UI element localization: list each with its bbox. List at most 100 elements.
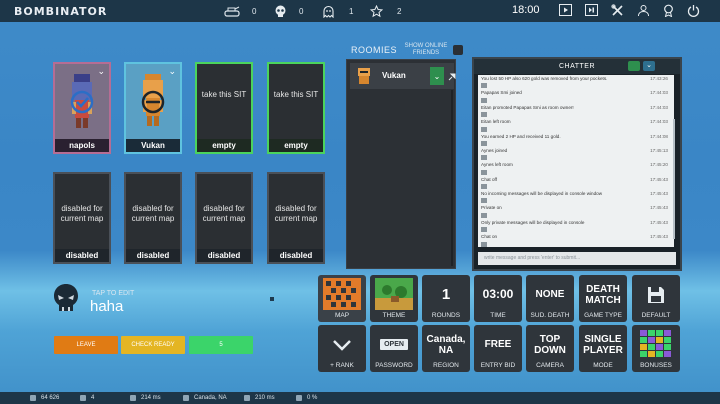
chat-collapse-icon[interactable]: ⌄ [643,61,655,71]
tank-icon [224,6,240,17]
room-icon [80,395,86,401]
status-value: 210 ms [255,395,275,401]
chat-line-time: 17:44:03 [650,104,668,110]
video-icon[interactable] [558,3,572,17]
take-seat-text: take this SIT [201,90,247,99]
default-button[interactable]: DEFAULT [632,275,680,322]
map-button[interactable]: MAP [318,275,366,322]
player-slot-name: disabled [126,249,180,262]
player-slot-5: disabled for current map disabled [53,172,111,264]
map-thumbnail [323,278,361,310]
scrollbar[interactable] [451,90,453,266]
game-type-button[interactable]: DEATH MATCH GAME TYPE [579,275,627,322]
leave-button[interactable]: LEAVE [54,336,118,354]
ghost-stat: 1 [322,0,353,22]
check-ready-button[interactable]: CHECK READY [121,336,185,354]
chat-line-text: Chat off [481,176,498,182]
username[interactable]: haha [90,298,123,315]
chat-line-text: Eitan left room [481,119,511,125]
camera-button[interactable]: TOP DOWN CAMERA [526,325,574,372]
star-icon [370,4,383,17]
ping2-icon [244,395,250,401]
roomies-list: Vukan ⌄ [346,59,456,269]
default-label: DEFAULT [641,312,671,319]
bonuses-label: BONUSES [640,362,672,369]
chat-input[interactable]: write message and press 'enter' to submi… [478,252,676,265]
replay-icon[interactable] [584,3,598,17]
player-slot-1[interactable]: ⌄ napols [53,62,111,154]
player-slot-name: disabled [269,249,323,262]
chat-line-time: 17:45:43 [650,176,668,182]
player-slot-2[interactable]: ⌄ Vukan [124,62,182,154]
map-label: MAP [334,312,350,319]
theme-button[interactable]: THEME [370,275,418,322]
mode-value: SINGLE PLAYER [583,333,623,356]
users-icon [30,395,36,401]
chat-sender-tag [478,212,674,219]
status-value: 0 % [307,395,318,401]
chevron-down-icon [333,339,351,351]
sender-badge [481,227,487,233]
take-seat-text: take this SIT [273,90,319,99]
list-item[interactable]: Vukan ⌄ [350,63,455,89]
chat-bubble-icon[interactable] [628,61,640,71]
bonuses-button[interactable]: BONUSES [632,325,680,372]
chevron-down-icon[interactable]: ⌄ [430,67,444,85]
game-type-label: GAME TYPE [584,312,622,319]
sender-badge [481,184,487,190]
player-slot-3[interactable]: take this SIT empty [195,62,253,154]
show-online-checkbox[interactable] [453,45,463,55]
disabled-text: disabled for current map [131,204,175,223]
chat-sender-tag [478,168,674,175]
region-button[interactable]: Canada, NA REGION [422,325,470,372]
chat-line: Aynes left room 17:45:20 [478,161,674,168]
password-button[interactable]: OPEN PASSWORD [370,325,418,372]
chat-line-text: You lost 50 HP also 620 gold was removed… [481,76,608,81]
player-avatar [70,74,94,128]
sudden-death-button[interactable]: NONE SUD. DEATH [526,275,574,322]
chat-line: Chat on 17:45:43 [478,233,674,240]
entry-bid-button[interactable]: FREE ENTRY BID [474,325,522,372]
ready-count-button[interactable]: 5 [189,336,253,354]
player-slot-4[interactable]: take this SIT empty [267,62,325,154]
skull-avatar-icon[interactable] [52,283,80,315]
player-avatar [141,74,165,126]
power-icon[interactable] [686,3,700,17]
status-value: 64 626 [41,395,60,401]
users-icon[interactable] [636,3,650,17]
sudden-death-label: SUD. DEATH [530,312,570,319]
sender-badge [481,169,487,175]
chat-line: Eitan left room 17:44:03 [478,118,674,125]
disabled-text: disabled for current map [202,204,246,223]
status-ping: 214 ms [130,392,161,404]
clock: 18:00 [512,4,540,16]
status-ping2: 210 ms [244,392,275,404]
sender-badge [481,198,487,204]
time-label: TIME [490,312,506,319]
loss-icon [296,395,302,401]
chat-line-time: 17:45:43 [650,205,668,211]
save-icon [648,286,664,303]
chat-panel: CHATTER ⌄ You lost 50 HP also 620 gold w… [472,57,682,271]
trophy-icon[interactable] [661,3,675,17]
rank-label: + RANK [330,362,354,369]
status-value: 214 ms [141,395,161,401]
player-slot-name: disabled [55,249,109,262]
rounds-button[interactable]: 1 ROUNDS [422,275,470,322]
sender-badge [481,241,487,247]
entry-bid-label: ENTRY BID [480,362,516,369]
region-label: REGION [433,362,459,369]
tap-to-edit-label: TAP TO EDIT [92,290,135,297]
chat-line-time: 17:45:20 [650,162,668,168]
tools-icon[interactable] [610,3,624,17]
player-slot-name: empty [269,139,323,152]
status-region: Canada, NA [183,392,227,404]
scrollbar[interactable] [673,119,675,239]
chat-sender-tag [478,97,674,104]
time-button[interactable]: 03:00 TIME [474,275,522,322]
mode-button[interactable]: SINGLE PLAYER MODE [579,325,627,372]
kick-icon[interactable] [445,67,459,85]
rank-button[interactable]: + RANK [318,325,366,372]
password-sign: OPEN [380,339,408,350]
roomie-name: Vukan [382,71,406,80]
